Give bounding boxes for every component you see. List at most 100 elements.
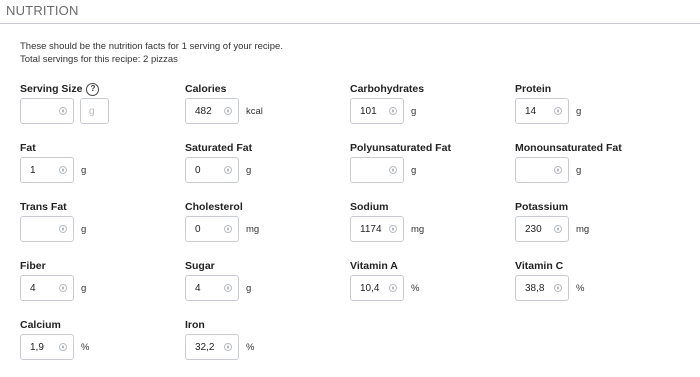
field-serving-size: Serving Size ? g <box>20 82 185 141</box>
field-vitamin-c: Vitamin C 38,8% <box>515 259 680 318</box>
input-value: 4 <box>30 282 36 294</box>
intro-line-1: These should be the nutrition facts for … <box>20 41 283 52</box>
unit-label: g <box>246 164 252 176</box>
vitamin-a-input[interactable]: 10,4 <box>350 275 404 301</box>
field-fat: Fat 1 g <box>20 141 185 200</box>
field-label: Saturated Fat <box>185 142 253 154</box>
calcium-input[interactable]: 1,9 <box>20 334 74 360</box>
field-label: Polyunsaturated Fat <box>350 142 451 154</box>
iron-input[interactable]: 32,2 <box>185 334 239 360</box>
input-value: 0 <box>195 223 201 235</box>
input-value: 0 <box>195 164 201 176</box>
trans-fat-input[interactable] <box>20 216 74 242</box>
stepper-icon[interactable] <box>59 166 67 174</box>
input-value: 230 <box>525 223 542 235</box>
unit-label: g <box>81 223 87 235</box>
unit-label: % <box>246 341 255 353</box>
field-trans-fat: Trans Fat g <box>20 200 185 259</box>
serving-unit-input[interactable]: g <box>80 98 109 124</box>
monounsaturated-fat-input[interactable] <box>515 157 569 183</box>
field-label: Fiber <box>20 260 46 272</box>
unit-label: mg <box>246 223 260 235</box>
calories-input[interactable]: 482 <box>185 98 239 124</box>
field-label: Cholesterol <box>185 201 243 213</box>
serving-size-input[interactable] <box>20 98 74 124</box>
field-sodium: Sodium 1174 mg <box>350 200 515 259</box>
stepper-icon[interactable] <box>59 343 67 351</box>
stepper-icon[interactable] <box>59 225 67 233</box>
field-label: Fat <box>20 142 36 154</box>
fiber-input[interactable]: 4 <box>20 275 74 301</box>
input-value: 482 <box>195 105 212 117</box>
polyunsaturated-fat-input[interactable] <box>350 157 404 183</box>
field-label: Calcium <box>20 319 61 331</box>
section-divider <box>0 23 700 24</box>
stepper-icon[interactable] <box>389 166 397 174</box>
unit-label: g <box>576 105 582 117</box>
field-label: Protein <box>515 83 552 95</box>
protein-input[interactable]: 14 <box>515 98 569 124</box>
field-label: Monounsaturated Fat <box>515 142 622 154</box>
field-calories: Calories 482 kcal <box>185 82 350 141</box>
field-calcium: Calcium 1,9% <box>20 318 185 377</box>
unit-label: % <box>81 341 90 353</box>
stepper-icon[interactable] <box>389 284 397 292</box>
unit-label: g <box>81 282 87 294</box>
unit-label: % <box>411 282 420 294</box>
unit-label: g <box>246 282 252 294</box>
field-polyunsaturated-fat: Polyunsaturated Fat g <box>350 141 515 200</box>
field-label: Potassium <box>515 201 569 213</box>
vitamin-c-input[interactable]: 38,8 <box>515 275 569 301</box>
cholesterol-input[interactable]: 0 <box>185 216 239 242</box>
stepper-icon[interactable] <box>224 166 232 174</box>
stepper-icon[interactable] <box>224 284 232 292</box>
intro-text: These should be the nutrition facts for … <box>20 40 283 66</box>
saturated-fat-input[interactable]: 0 <box>185 157 239 183</box>
unit-label: g <box>411 164 417 176</box>
input-value: 32,2 <box>195 341 215 353</box>
carbohydrates-input[interactable]: 101 <box>350 98 404 124</box>
field-label: Calories <box>185 83 227 95</box>
stepper-icon[interactable] <box>389 107 397 115</box>
input-value: 4 <box>195 282 201 294</box>
help-icon[interactable]: ? <box>86 82 100 96</box>
unit-label: g <box>411 105 417 117</box>
field-potassium: Potassium 230 mg <box>515 200 680 259</box>
unit-label: kcal <box>246 105 263 117</box>
field-monounsaturated-fat: Monounsaturated Fat g <box>515 141 680 200</box>
stepper-icon[interactable] <box>554 225 562 233</box>
stepper-icon[interactable] <box>59 284 67 292</box>
input-value: 10,4 <box>360 282 380 294</box>
field-label: Trans Fat <box>20 201 67 213</box>
unit-label: g <box>81 164 87 176</box>
field-label: Iron <box>185 319 205 331</box>
sugar-input[interactable]: 4 <box>185 275 239 301</box>
stepper-icon[interactable] <box>554 284 562 292</box>
input-value: 1174 <box>360 223 382 235</box>
stepper-icon[interactable] <box>59 107 67 115</box>
stepper-icon[interactable] <box>224 107 232 115</box>
field-label: Carbohydrates <box>350 83 425 95</box>
input-value: 1,9 <box>30 341 44 353</box>
field-fiber: Fiber 4 g <box>20 259 185 318</box>
field-label: Sodium <box>350 201 389 213</box>
fat-input[interactable]: 1 <box>20 157 74 183</box>
intro-line-2: Total servings for this recipe: 2 pizzas <box>20 54 178 65</box>
field-carbohydrates: Carbohydrates 101 g <box>350 82 515 141</box>
field-saturated-fat: Saturated Fat 0 g <box>185 141 350 200</box>
stepper-icon[interactable] <box>554 107 562 115</box>
section-title: NUTRITION <box>6 3 79 18</box>
nutrition-grid: Serving Size ? g Calories 482 kcal Carbohyd… <box>20 82 680 377</box>
field-cholesterol: Cholesterol 0 mg <box>185 200 350 259</box>
stepper-icon[interactable] <box>554 166 562 174</box>
stepper-icon[interactable] <box>389 225 397 233</box>
field-label: Vitamin C <box>515 260 564 272</box>
unit-label: mg <box>411 223 425 235</box>
stepper-icon[interactable] <box>224 225 232 233</box>
sodium-input[interactable]: 1174 <box>350 216 404 242</box>
stepper-icon[interactable] <box>224 343 232 351</box>
field-vitamin-a: Vitamin A 10,4% <box>350 259 515 318</box>
input-value: 14 <box>525 105 537 117</box>
unit-label: g <box>576 164 582 176</box>
potassium-input[interactable]: 230 <box>515 216 569 242</box>
